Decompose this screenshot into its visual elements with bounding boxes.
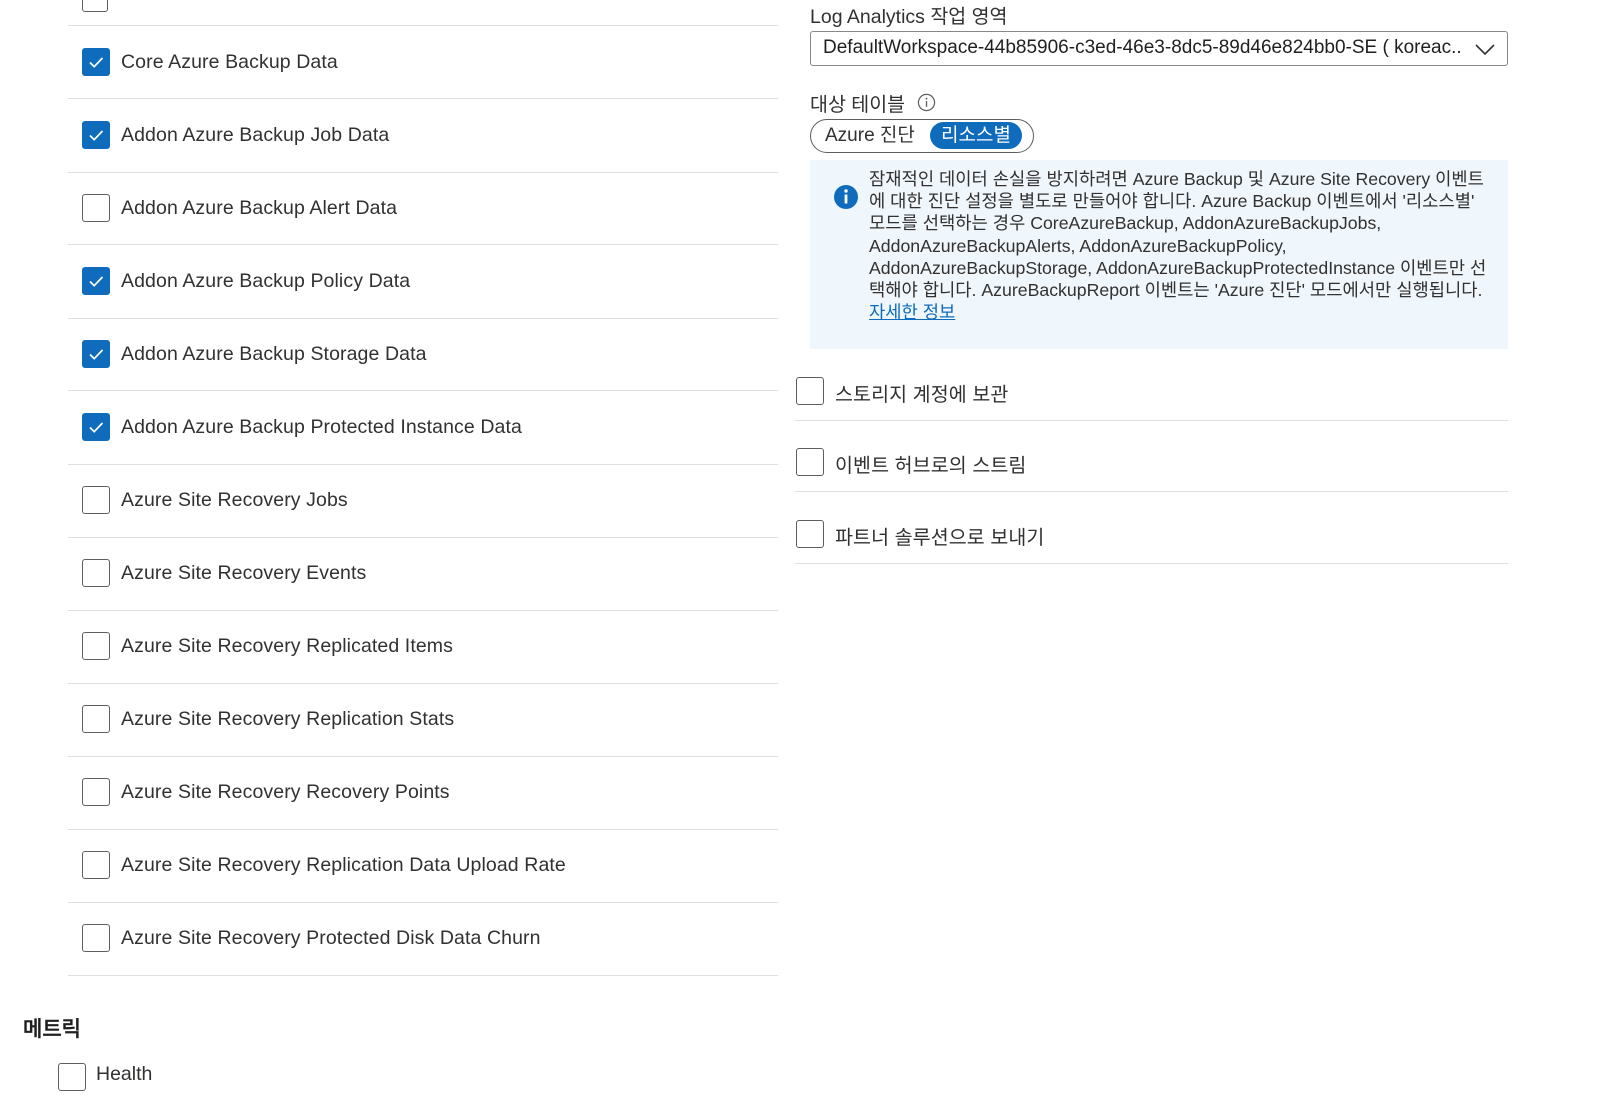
category-row[interactable]: Addon Azure Backup Storage Data xyxy=(68,318,778,390)
checkbox[interactable] xyxy=(796,520,824,548)
category-label: Addon Azure Backup Protected Instance Da… xyxy=(121,415,522,438)
checkbox[interactable] xyxy=(82,48,110,76)
divider xyxy=(795,491,1508,492)
stream-to-event-hub-row[interactable]: 이벤트 허브로의 스트림 xyxy=(795,427,1508,497)
category-label: Azure Site Recovery Replication Data Upl… xyxy=(121,853,566,876)
info-message-text: 잠재적인 데이터 손실을 방지하려면 Azure Backup 및 Azure … xyxy=(869,169,1487,301)
info-message-bar: 잠재적인 데이터 손실을 방지하려면 Azure Backup 및 Azure … xyxy=(810,160,1508,349)
checkbox[interactable] xyxy=(82,632,110,660)
checkbox[interactable] xyxy=(58,1063,86,1091)
category-row[interactable]: Addon Azure Backup Protected Instance Da… xyxy=(68,391,778,463)
workspace-dropdown[interactable]: DefaultWorkspace-44b85906-c3ed-46e3-8dc5… xyxy=(810,31,1508,66)
checkbox[interactable] xyxy=(82,194,110,222)
checkbox[interactable] xyxy=(82,121,110,149)
divider xyxy=(795,420,1508,421)
target-table-toggle[interactable]: Azure 진단 리소스별 xyxy=(810,119,1034,153)
archive-to-storage-row[interactable]: 스토리지 계정에 보관 xyxy=(795,356,1508,426)
log-analytics-label: Log Analytics 작업 영역 xyxy=(810,6,1008,28)
checkbox[interactable] xyxy=(82,486,110,514)
category-row[interactable]: Azure Site Recovery Recovery Points xyxy=(68,756,778,828)
partial-checkbox[interactable] xyxy=(82,0,108,12)
divider xyxy=(795,563,1508,564)
checkbox[interactable] xyxy=(82,267,110,295)
category-row[interactable]: Azure Site Recovery Replicated Items xyxy=(68,610,778,682)
category-row[interactable]: Azure Site Recovery Replication Data Upl… xyxy=(68,829,778,901)
checkmark-icon xyxy=(89,422,104,433)
checkbox[interactable] xyxy=(82,340,110,368)
checkbox[interactable] xyxy=(82,413,110,441)
checkmark-icon xyxy=(89,57,104,68)
category-label: Azure Site Recovery Jobs xyxy=(121,488,348,511)
info-message: 잠재적인 데이터 손실을 방지하려면 Azure Backup 및 Azure … xyxy=(869,168,1494,323)
checkbox[interactable] xyxy=(82,559,110,587)
target-table-text: 대상 테이블 xyxy=(810,94,906,116)
checkbox[interactable] xyxy=(82,851,110,879)
workspace-value: DefaultWorkspace-44b85906-c3ed-46e3-8dc5… xyxy=(823,37,1463,58)
category-label: Azure Site Recovery Events xyxy=(121,561,367,584)
checkmark-icon xyxy=(89,276,104,287)
log-categories-panel: Core Azure Backup Data Addon Azure Backu… xyxy=(0,0,780,1094)
metric-label: Health xyxy=(96,1063,153,1085)
metric-row-health[interactable]: Health xyxy=(58,1063,258,1103)
destination-option-label: 이벤트 허브로의 스트림 xyxy=(835,455,1027,477)
category-row[interactable]: Azure Site Recovery Protected Disk Data … xyxy=(68,902,778,974)
checkmark-icon xyxy=(89,349,104,360)
category-row[interactable]: Azure Site Recovery Events xyxy=(68,537,778,609)
checkbox[interactable] xyxy=(796,377,824,405)
category-label: Addon Azure Backup Storage Data xyxy=(121,342,427,365)
category-label: Core Azure Backup Data xyxy=(121,50,338,73)
toggle-option-resource-specific[interactable]: 리소스별 xyxy=(930,122,1022,149)
category-label: Addon Azure Backup Policy Data xyxy=(121,269,411,292)
category-row[interactable]: Azure Site Recovery Replication Stats xyxy=(68,683,778,755)
destination-option-label: 파트너 솔루션으로 보내기 xyxy=(835,527,1045,549)
category-row[interactable]: Core Azure Backup Data xyxy=(68,26,778,98)
category-label: Azure Site Recovery Replicated Items xyxy=(121,634,453,657)
category-label: Azure Site Recovery Recovery Points xyxy=(121,780,450,803)
category-row[interactable]: Addon Azure Backup Alert Data xyxy=(68,172,778,244)
checkbox[interactable] xyxy=(796,448,824,476)
info-icon[interactable] xyxy=(917,93,936,112)
learn-more-link[interactable]: 자세한 정보 xyxy=(869,302,955,322)
metrics-heading: 메트릭 xyxy=(23,1018,81,1041)
checkbox[interactable] xyxy=(82,778,110,806)
category-row[interactable]: Addon Azure Backup Policy Data xyxy=(68,245,778,317)
category-row[interactable]: Azure Site Recovery Jobs xyxy=(68,464,778,536)
send-to-partner-row[interactable]: 파트너 솔루션으로 보내기 xyxy=(795,499,1508,569)
category-row[interactable]: Addon Azure Backup Job Data xyxy=(68,99,778,171)
category-label: Azure Site Recovery Protected Disk Data … xyxy=(121,926,541,949)
chevron-down-icon xyxy=(1475,44,1495,56)
checkbox[interactable] xyxy=(82,924,110,952)
category-label: Addon Azure Backup Alert Data xyxy=(121,196,398,219)
category-label: Addon Azure Backup Job Data xyxy=(121,123,390,146)
divider xyxy=(68,975,778,976)
destination-option-label: 스토리지 계정에 보관 xyxy=(835,384,1009,406)
checkmark-icon xyxy=(89,130,104,141)
checkbox[interactable] xyxy=(82,705,110,733)
info-filled-icon xyxy=(834,185,858,209)
category-label: Azure Site Recovery Replication Stats xyxy=(121,707,455,730)
target-table-label: 대상 테이블 xyxy=(810,88,936,117)
toggle-option-azure-diagnostics[interactable]: Azure 진단 xyxy=(825,122,915,149)
